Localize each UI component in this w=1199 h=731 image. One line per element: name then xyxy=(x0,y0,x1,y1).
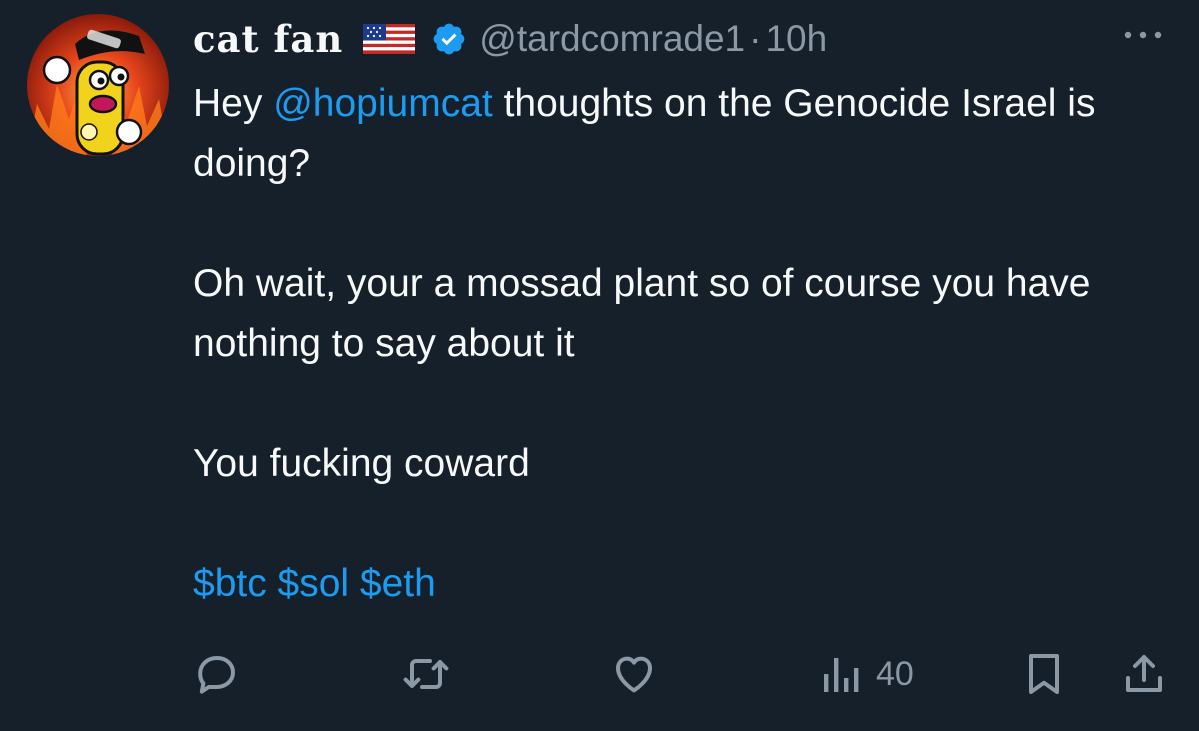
tweet-body: Hey @hopiumcat thoughts on the Genocide … xyxy=(193,74,1183,614)
views-count: 40 xyxy=(876,654,914,693)
separator-dot: · xyxy=(749,18,762,59)
views-chart-icon xyxy=(824,658,859,692)
views-button[interactable]: 40 xyxy=(818,644,914,704)
reply-icon xyxy=(198,656,235,694)
verified-badge-icon[interactable] xyxy=(431,21,467,57)
timestamp[interactable]: 10h xyxy=(765,18,827,60)
like-button[interactable] xyxy=(610,644,658,704)
us-flag-icon xyxy=(363,24,416,54)
more-options-icon[interactable] xyxy=(1118,20,1168,50)
mention-link[interactable]: @hopiumcat xyxy=(273,82,493,125)
cashtags-link[interactable]: $btc $sol $eth xyxy=(193,554,1183,614)
share-button[interactable] xyxy=(1120,644,1168,704)
retweet-icon xyxy=(403,659,449,689)
retweet-button[interactable] xyxy=(400,644,452,704)
display-name[interactable]: cat fan xyxy=(193,17,343,61)
bookmark-button[interactable] xyxy=(1022,644,1066,704)
bookmark-icon xyxy=(1029,654,1059,694)
tweet-paragraph-3: You fucking coward xyxy=(193,442,530,485)
avatar[interactable] xyxy=(27,14,169,156)
share-icon xyxy=(1126,655,1162,692)
tweet-paragraph-1: Hey @hopiumcat thoughts on the Genocide … xyxy=(193,74,1183,194)
action-bar: 40 xyxy=(0,644,1199,704)
heart-icon xyxy=(616,656,652,693)
user-handle[interactable]: @tardcomrade1 xyxy=(479,18,745,60)
tweet-text-prefix: Hey xyxy=(193,82,274,125)
reply-button[interactable] xyxy=(193,644,241,704)
tweet-card: cat fan @tardcomrade1 · 10h Hey @hopiumc… xyxy=(0,0,1199,731)
tweet-paragraph-2: Oh wait, your a mossad plant so of cours… xyxy=(193,262,1091,365)
tweet-header: cat fan @tardcomrade1 · 10h xyxy=(193,14,827,64)
